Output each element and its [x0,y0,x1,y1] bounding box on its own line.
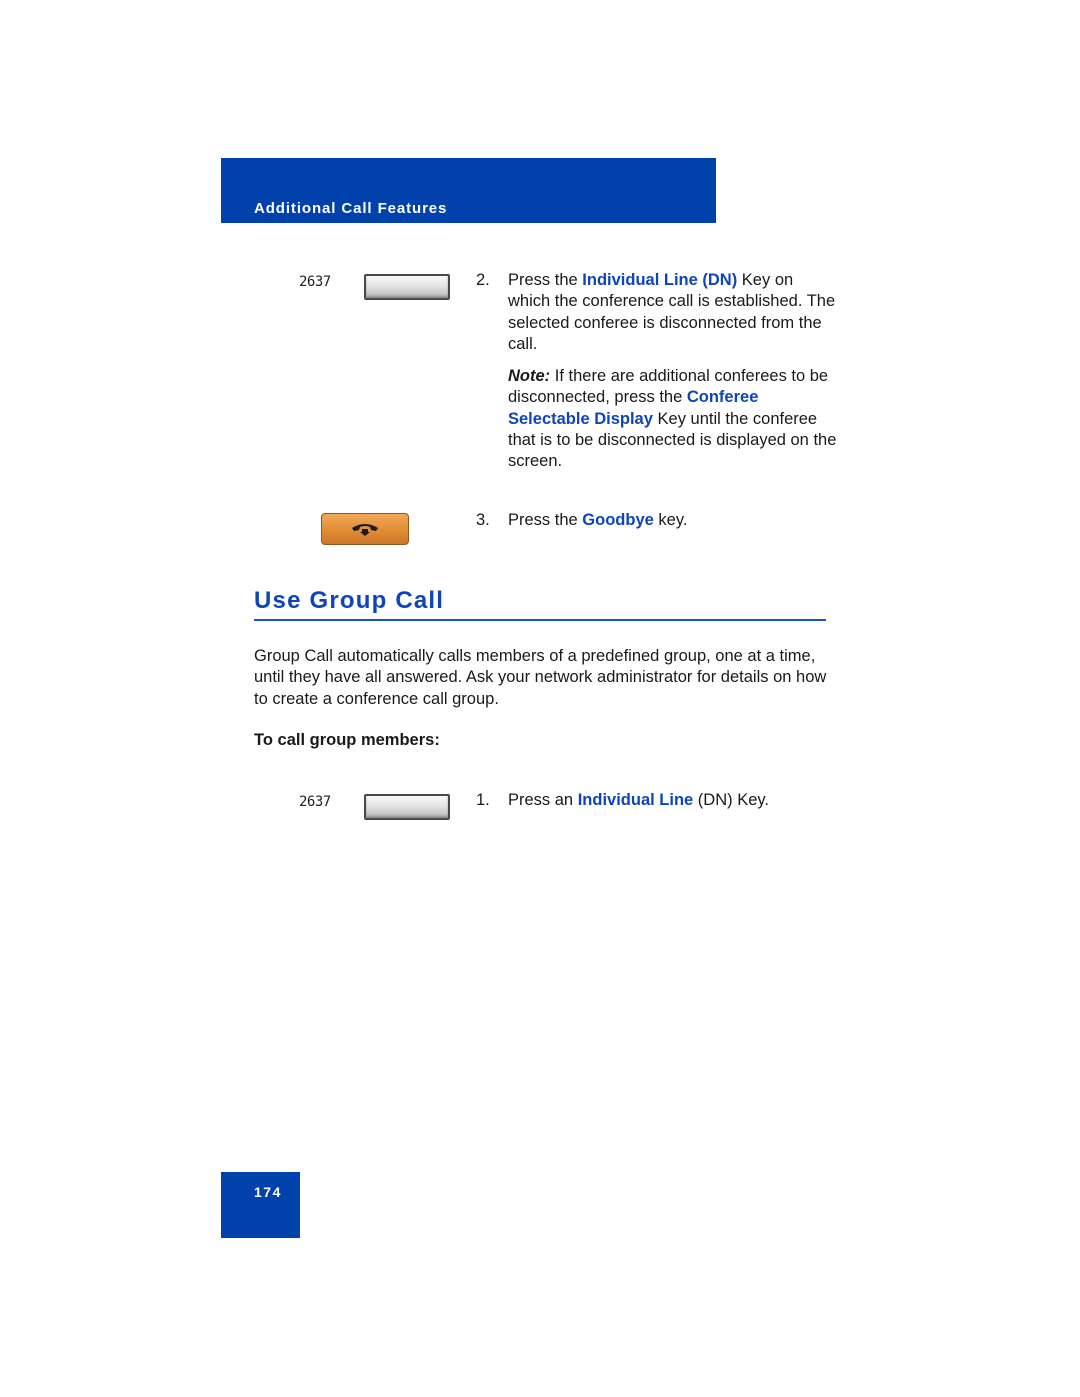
note-text-part: If there are additional conferees to be … [508,367,829,407]
note-label: Note: [508,367,551,385]
step-number: 1. [476,791,490,809]
step-text: Press the Goodbye key. [508,510,838,531]
procedure-subheading: To call group members: [254,731,440,749]
section-divider [254,619,826,621]
goodbye-key[interactable] [321,513,409,545]
key-name-goodbye: Goodbye [582,511,654,529]
section-description: Group Call automatically calls members o… [254,647,827,708]
step-text-part: Press the [508,511,583,529]
step-text: Press an Individual Line (DN) Key. [508,790,838,811]
header-section-title: Additional Call Features [254,200,448,217]
step-text-part: (DN) Key. [693,791,769,809]
step-number: 2. [476,271,490,289]
step-text-part: key. [653,511,688,529]
individual-line-key[interactable] [364,274,450,300]
page-number-box: 174 [221,1172,300,1238]
dn-label: 2637 [299,794,331,810]
page-number: 174 [254,1184,282,1200]
section-title: Use Group Call [254,587,445,614]
note-text: Note: If there are additional conferees … [508,366,838,472]
step-text-part: Press the [508,271,583,289]
step-text-part: Press an [508,791,578,809]
key-name-individual-line: Individual Line [577,791,694,809]
step-number: 3. [476,511,490,529]
step-text: Press the Individual Line (DN) Key on wh… [508,270,838,355]
key-name-individual-line-dn: Individual Line (DN) [582,271,738,289]
header-band: Additional Call Features [221,158,716,223]
handset-hangup-icon [352,524,378,536]
dn-label: 2637 [299,274,331,290]
individual-line-key[interactable] [364,794,450,820]
